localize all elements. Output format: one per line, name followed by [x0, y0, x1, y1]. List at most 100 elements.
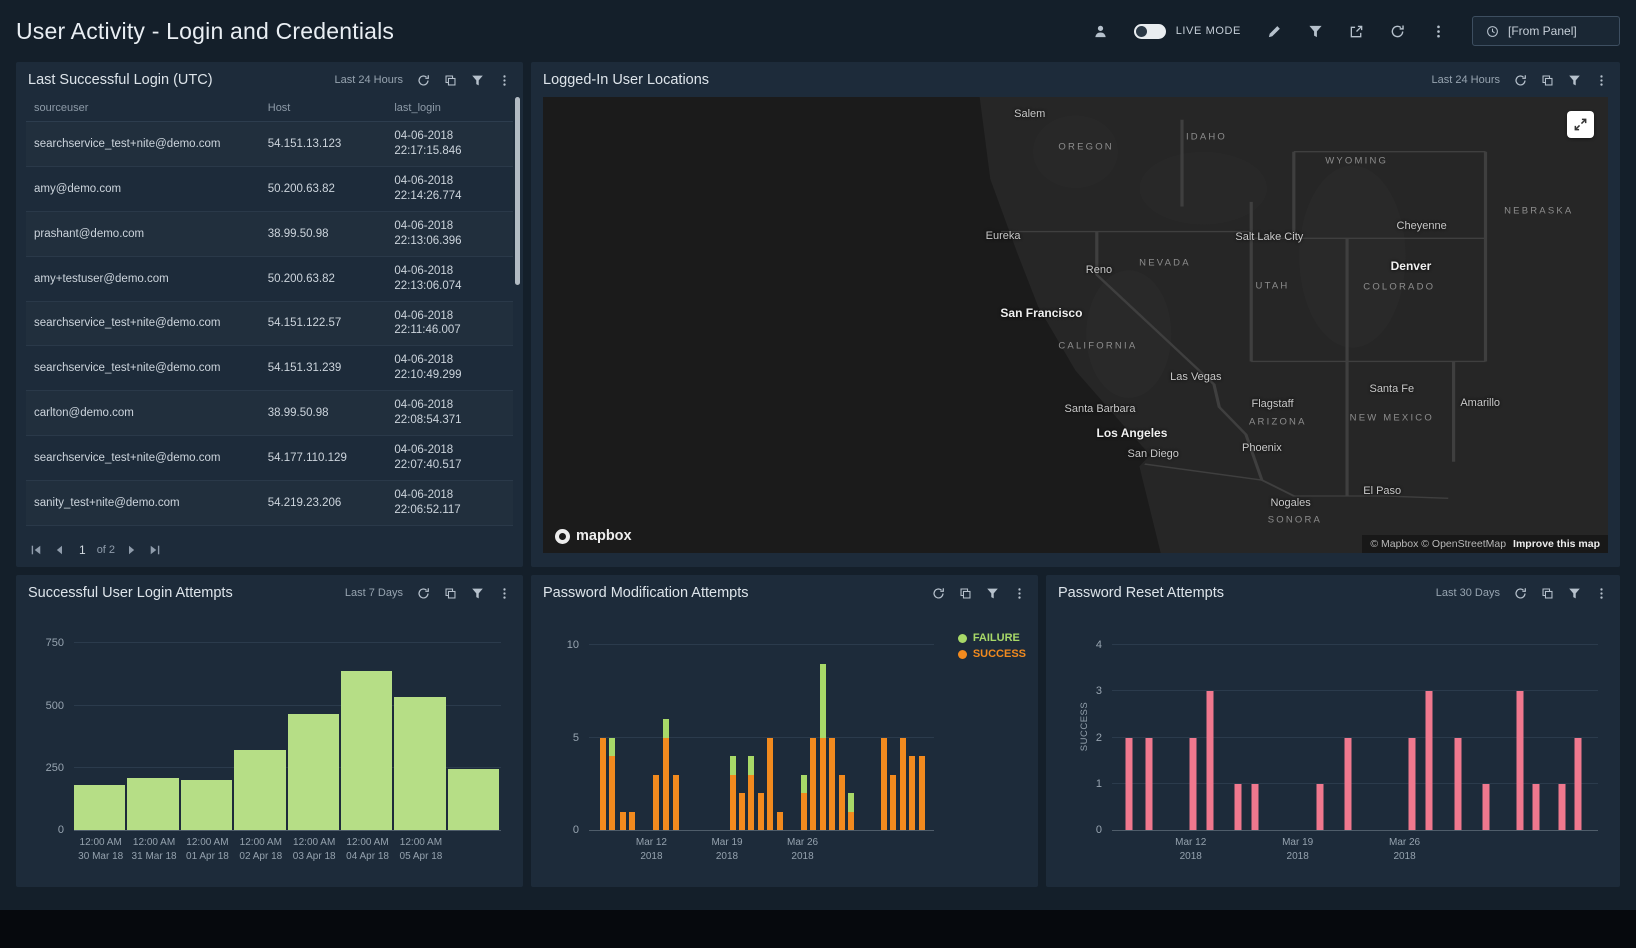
- table-row[interactable]: prashant@demo.com38.99.50.9804-06-201822…: [26, 211, 513, 256]
- x-tick-label: 12:00 AM30 Mar 18: [78, 836, 123, 863]
- kebab-menu-icon[interactable]: [498, 74, 511, 87]
- current-page[interactable]: 1: [79, 543, 86, 557]
- copy-icon[interactable]: [959, 587, 972, 600]
- host-cell: 54.177.110.129: [260, 436, 387, 481]
- table-row[interactable]: searchservice_test+nite@demo.com54.151.1…: [26, 122, 513, 167]
- sourceuser-cell: amy+testuser@demo.com: [26, 256, 260, 301]
- attribution-text: © Mapbox © OpenStreetMap: [1370, 538, 1506, 550]
- table-row[interactable]: amy+testuser@demo.com50.200.63.8204-06-2…: [26, 256, 513, 301]
- bar-success: [629, 812, 635, 830]
- sourceuser-cell: searchservice_test+nite@demo.com: [26, 122, 260, 167]
- filter-icon[interactable]: [1568, 587, 1581, 600]
- filter-icon[interactable]: [986, 587, 999, 600]
- next-page-button[interactable]: [126, 544, 138, 556]
- sourceuser-cell: carlton@demo.com: [26, 391, 260, 436]
- map-label: Flagstaff: [1252, 398, 1294, 410]
- bar-success: [829, 738, 835, 830]
- copy-icon[interactable]: [444, 587, 457, 600]
- legend-item: FAILURE: [958, 632, 1026, 644]
- edit-icon[interactable]: [1267, 24, 1282, 39]
- panel-header: Password Reset Attempts Last 30 Days: [1046, 575, 1620, 608]
- sourceuser-cell: searchservice_test+nite@demo.com: [26, 346, 260, 391]
- bar: [1574, 738, 1581, 830]
- bar-failure: [820, 664, 826, 738]
- map-label: OREGON: [1058, 141, 1113, 152]
- bar: [1206, 691, 1213, 830]
- y-tick-label: 1: [1096, 778, 1102, 790]
- table-row[interactable]: searchservice_test+nite@demo.com54.151.3…: [26, 346, 513, 391]
- panel-time-range[interactable]: Last 24 Hours: [335, 74, 403, 86]
- bar: [1126, 738, 1133, 830]
- panel-title: Password Modification Attempts: [543, 585, 749, 601]
- refresh-icon[interactable]: [1390, 24, 1405, 39]
- kebab-menu-icon[interactable]: [498, 587, 511, 600]
- refresh-icon[interactable]: [1514, 74, 1527, 87]
- panel-time-range[interactable]: Last 7 Days: [345, 587, 403, 599]
- table-row[interactable]: searchservice_test+nite@demo.com54.177.1…: [26, 436, 513, 481]
- legend-label: SUCCESS: [973, 648, 1026, 660]
- column-header: sourceuser: [26, 95, 260, 122]
- live-mode-toggle[interactable]: [1134, 24, 1166, 39]
- panel-title: Last Successful Login (UTC): [28, 72, 213, 88]
- kebab-menu-icon[interactable]: [1431, 24, 1446, 39]
- bar-success: [609, 756, 615, 830]
- last-login-cell: 04-06-201822:07:40.517: [386, 436, 513, 481]
- table-row[interactable]: sanity_test+nite@demo.com54.219.23.20604…: [26, 481, 513, 526]
- bar-success: [801, 793, 807, 830]
- filter-icon[interactable]: [471, 587, 484, 600]
- chart-legend: FAILURE SUCCESS: [958, 632, 1026, 660]
- filter-icon[interactable]: [471, 74, 484, 87]
- bar: [1559, 784, 1566, 830]
- x-tick-label: Mar 262018: [787, 836, 818, 863]
- copy-icon[interactable]: [1541, 587, 1554, 600]
- copy-icon[interactable]: [444, 74, 457, 87]
- time-range-selector[interactable]: [From Panel]: [1472, 16, 1620, 46]
- kebab-menu-icon[interactable]: [1595, 74, 1608, 87]
- prev-page-button[interactable]: [53, 544, 65, 556]
- bar: [1426, 691, 1433, 830]
- refresh-icon[interactable]: [932, 587, 945, 600]
- refresh-icon[interactable]: [417, 74, 430, 87]
- bar-success: [881, 738, 887, 830]
- fullscreen-button[interactable]: [1567, 111, 1594, 138]
- legend-dot: [958, 634, 967, 643]
- plot-area: 025050075012:00 AM30 Mar 1812:00 AM31 Ma…: [74, 636, 501, 831]
- table-row[interactable]: carlton@demo.com38.99.50.9804-06-201822:…: [26, 391, 513, 436]
- last-login-cell: 04-06-201822:11:46.007: [386, 301, 513, 346]
- copy-icon[interactable]: [1541, 74, 1554, 87]
- refresh-icon[interactable]: [417, 587, 430, 600]
- mapbox-logo[interactable]: mapbox: [555, 528, 632, 544]
- map-label: Reno: [1086, 264, 1112, 276]
- filter-icon[interactable]: [1568, 74, 1581, 87]
- y-tick-label: 3: [1096, 685, 1102, 697]
- table-row[interactable]: amy@demo.com50.200.63.8204-06-201822:14:…: [26, 166, 513, 211]
- kebab-menu-icon[interactable]: [1013, 587, 1026, 600]
- panel-time-range[interactable]: Last 24 Hours: [1432, 74, 1500, 86]
- dashboard-controls: LIVE MODE [From Panel]: [1093, 16, 1620, 46]
- last-page-button[interactable]: [149, 544, 161, 556]
- kebab-menu-icon[interactable]: [1595, 587, 1608, 600]
- gridline: [1112, 737, 1598, 738]
- bar-success: [739, 793, 745, 830]
- table-row[interactable]: searchservice_test+nite@demo.com54.151.1…: [26, 301, 513, 346]
- map-label: Phoenix: [1242, 442, 1282, 454]
- panel-user-locations: Logged-In User Locations Last 24 Hours: [531, 62, 1620, 567]
- map-label: San Francisco: [1000, 306, 1082, 320]
- improve-map-link[interactable]: Improve this map: [1513, 538, 1600, 550]
- bar: [1145, 738, 1152, 830]
- map-attribution: © Mapbox © OpenStreetMap Improve this ma…: [1362, 535, 1608, 553]
- map-label: Amarillo: [1460, 397, 1500, 409]
- share-icon[interactable]: [1349, 24, 1364, 39]
- x-tick-label: 12:00 AM05 Apr 18: [400, 836, 443, 863]
- refresh-icon[interactable]: [1514, 587, 1527, 600]
- gridline: [74, 642, 501, 643]
- first-page-button[interactable]: [30, 544, 42, 556]
- map-canvas[interactable]: SalemOREGONIDAHOWYOMINGNEBRASKAEurekaSal…: [543, 97, 1608, 553]
- user-icon[interactable]: [1093, 24, 1108, 39]
- scrollbar-thumb[interactable]: [515, 97, 520, 285]
- map-label: NEBRASKA: [1504, 206, 1573, 217]
- filter-icon[interactable]: [1308, 24, 1323, 39]
- map-label: COLORADO: [1363, 282, 1435, 293]
- panel-time-range[interactable]: Last 30 Days: [1436, 587, 1500, 599]
- page-title: User Activity - Login and Credentials: [16, 18, 394, 45]
